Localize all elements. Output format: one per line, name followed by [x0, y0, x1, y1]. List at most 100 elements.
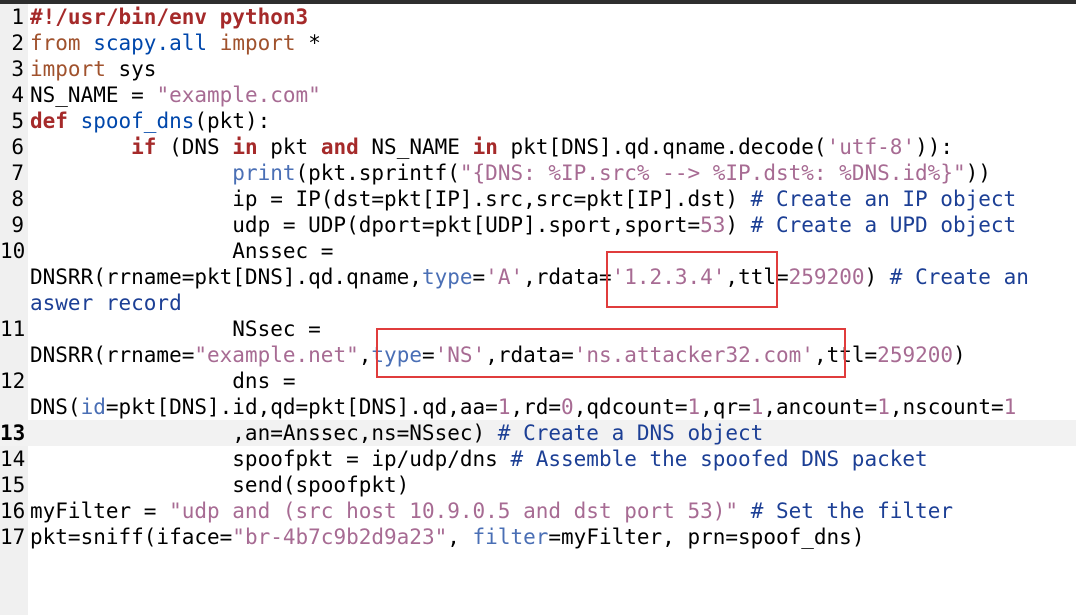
code-token: and: [320, 135, 359, 159]
line-number: 12: [0, 369, 26, 393]
code-token: #!/usr/bin/env python3: [30, 5, 309, 29]
code-token: ,qdcount=: [573, 395, 688, 419]
code-token: DNSRR(rrname=pkt[DNS].qd.qname,: [30, 265, 422, 289]
code-line[interactable]: 5 def spoof_dns(pkt):: [0, 108, 1076, 134]
code-token: spoofpkt = ip/udp/dns: [30, 447, 511, 471]
code-line[interactable]: 10 Anssec =: [0, 238, 1076, 264]
line-number: 2: [11, 31, 24, 55]
code-token: =myFilter, prn=spoof_dns): [548, 525, 865, 549]
code-token: dns =: [30, 369, 296, 393]
code-token: sys: [105, 57, 157, 81]
code-token: 1: [1003, 395, 1017, 419]
code-text: from scapy.all import *: [30, 30, 321, 56]
line-number: 10: [0, 239, 26, 263]
code-token: pkt[DNS].qd.qname.decode(: [497, 135, 827, 159]
code-line[interactable]: 8 ip = IP(dst=pkt[IP].src,src=pkt[IP].ds…: [0, 186, 1076, 212]
code-token: ,rd=: [510, 395, 562, 419]
code-token: # Create an: [889, 265, 1029, 289]
code-token: spoof_dns: [80, 109, 195, 133]
code-token: 53: [700, 213, 726, 237]
code-token: in: [472, 135, 498, 159]
code-token: "br-4b7c9b2d9a23": [232, 525, 448, 549]
line-number: 13: [0, 421, 26, 445]
code-token: ): [953, 343, 966, 367]
code-token: ,: [358, 343, 372, 367]
code-token: Anssec =: [30, 239, 334, 263]
code-token: NS_NAME =: [30, 83, 157, 107]
code-line[interactable]: 9 udp = UDP(dport=pkt[UDP].sport,sport=5…: [0, 212, 1076, 238]
code-token: =pkt[DNS].id,qd=pkt[DNS].qd,aa=: [105, 395, 498, 419]
code-line[interactable]: aswer record: [0, 290, 1076, 316]
line-number: 8: [11, 187, 24, 211]
code-token: 'utf-8': [826, 135, 916, 159]
code-text: #!/usr/bin/env python3: [30, 4, 308, 30]
line-number: 11: [0, 317, 26, 341]
code-text: NS_NAME = "example.com": [30, 82, 321, 108]
code-line[interactable]: 1 #!/usr/bin/env python3: [0, 4, 1076, 30]
code-line[interactable]: 4 NS_NAME = "example.com": [0, 82, 1076, 108]
code-token: 0: [561, 395, 574, 419]
code-token: import: [30, 57, 106, 81]
code-token: ): [725, 213, 751, 237]
line-number: 15: [0, 473, 26, 497]
code-token: # Create a DNS object: [497, 421, 764, 445]
code-token: 1: [877, 395, 890, 419]
code-token: # Assemble the spoofed DNS packet: [510, 447, 928, 471]
code-token: ,: [447, 525, 473, 549]
code-token: DNSRR(rrname=: [30, 343, 195, 367]
code-line[interactable]: 6 if (DNS in pkt and NS_NAME in pkt[DNS]…: [0, 134, 1076, 160]
code-text: def spoof_dns(pkt):: [30, 108, 270, 134]
code-token: ip = IP(dst=pkt[IP].src,src=pkt[IP].dst): [30, 187, 751, 211]
code-token: ,qr=: [700, 395, 751, 419]
code-text: pkt=sniff(iface="br-4b7c9b2d9a23", filte…: [30, 524, 864, 550]
code-line[interactable]: 16 myFilter = "udp and (src host 10.9.0.5…: [0, 498, 1076, 524]
code-token: myFilter =: [30, 499, 170, 523]
code-line[interactable]: 2 from scapy.all import *: [0, 30, 1076, 56]
code-token: ,an=Anssec,ns=NSsec): [30, 421, 498, 445]
line-number: 16: [0, 499, 26, 523]
code-token: (pkt):: [194, 109, 271, 133]
code-editor[interactable]: 1 #!/usr/bin/env python3 2 from scapy.all i…: [0, 4, 1076, 550]
code-token: =: [472, 265, 486, 289]
line-number: 9: [11, 213, 24, 237]
code-token: pkt: [257, 135, 321, 159]
code-line[interactable]: 15 send(spoofpkt): [0, 472, 1076, 498]
code-token: "udp and (src host 10.9.0.5 and dst port…: [169, 499, 739, 523]
code-token: "example.net": [194, 343, 359, 367]
code-line[interactable]: 3 import sys: [0, 56, 1076, 82]
code-token: 'A': [485, 265, 524, 289]
code-token: ,ancount=: [763, 395, 878, 419]
code-line[interactable]: DNS(id=pkt[DNS].id,qd=pkt[DNS].qd,aa=1,r…: [0, 394, 1076, 420]
code-token: import: [219, 31, 296, 55]
code-token: (DNS: [156, 135, 233, 159]
code-token: 259200: [877, 343, 954, 367]
ns-record-highlight-box: [376, 328, 846, 378]
code-text: dns =: [30, 368, 296, 394]
code-token: )): [965, 161, 991, 185]
code-text: DNSRR(rrname=pkt[DNS].qd.qname,type='A',…: [30, 264, 1029, 290]
code-token: NS_NAME: [358, 135, 473, 159]
code-text: if (DNS in pkt and NS_NAME in pkt[DNS].q…: [30, 134, 953, 160]
code-token: udp = UDP(dport=pkt[UDP].sport,sport=: [30, 213, 701, 237]
code-line[interactable]: 17 pkt=sniff(iface="br-4b7c9b2d9a23", fil…: [0, 524, 1076, 550]
code-line[interactable]: 7 print(pkt.sprintf("{DNS: %IP.src% --> …: [0, 160, 1076, 186]
code-text: udp = UDP(dport=pkt[UDP].sport,sport=53)…: [30, 212, 1016, 238]
code-token: 1: [750, 395, 764, 419]
code-line-current[interactable]: 13 ,an=Anssec,ns=NSsec) # Create a DNS o…: [0, 420, 1076, 446]
code-line[interactable]: DNSRR(rrname=pkt[DNS].qd.qname,type='A',…: [0, 264, 1076, 290]
code-text: print(pkt.sprintf("{DNS: %IP.src% --> %I…: [30, 160, 991, 186]
code-text: spoofpkt = ip/udp/dns # Assemble the spo…: [30, 446, 928, 472]
code-token: if: [131, 135, 157, 159]
code-token: from: [30, 31, 81, 55]
code-text: DNS(id=pkt[DNS].id,qd=pkt[DNS].qd,aa=1,r…: [30, 394, 1016, 420]
code-token: 259200: [788, 265, 865, 289]
code-line[interactable]: 14 spoofpkt = ip/udp/dns # Assemble the …: [0, 446, 1076, 472]
code-token: NSsec =: [30, 317, 321, 341]
code-text: import sys: [30, 56, 156, 82]
code-token: ): [864, 265, 890, 289]
